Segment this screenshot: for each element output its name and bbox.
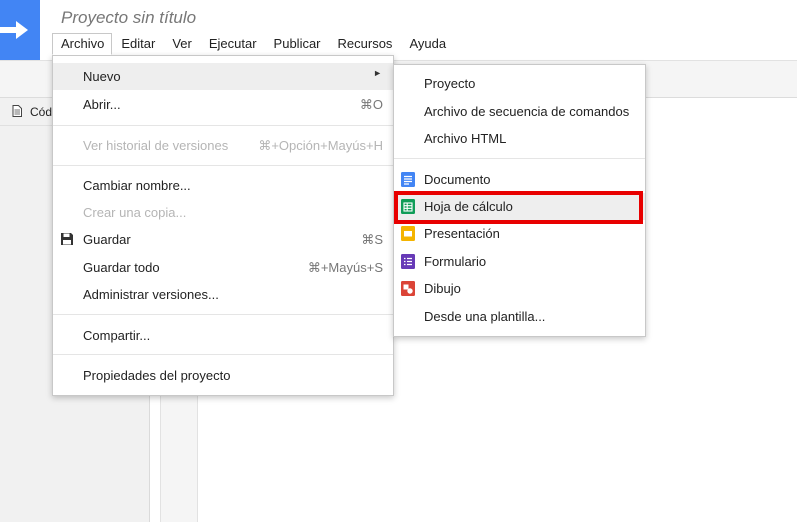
submenu-item-archivo-html[interactable]: Archivo HTML xyxy=(394,125,645,152)
menu-recursos[interactable]: Recursos xyxy=(329,33,401,55)
slides-icon xyxy=(401,226,415,241)
menu-item-label: Administrar versiones... xyxy=(83,287,219,302)
nuevo-submenu: Proyecto Archivo de secuencia de comando… xyxy=(393,64,646,337)
menu-separator xyxy=(53,165,393,166)
arrow-right-icon xyxy=(0,21,28,39)
menu-item-label: Propiedades del proyecto xyxy=(83,368,231,383)
document-icon xyxy=(12,105,22,117)
menu-item-label: Guardar xyxy=(83,232,131,247)
submenu-item-presentacion[interactable]: Presentación xyxy=(394,220,645,247)
menu-item-label: Crear una copia... xyxy=(83,205,187,220)
menu-item-shortcut: ⌘+Opción+Mayús+H xyxy=(258,138,383,153)
menu-ayuda[interactable]: Ayuda xyxy=(400,33,454,55)
apps-script-logo[interactable] xyxy=(0,0,40,60)
menu-item-label: Abrir... xyxy=(83,97,121,112)
submenu-item-label: Desde una plantilla... xyxy=(424,309,546,324)
submenu-item-archivo-secuencia[interactable]: Archivo de secuencia de comandos xyxy=(394,98,645,125)
menu-ejecutar[interactable]: Ejecutar xyxy=(200,33,265,55)
menu-item-abrir[interactable]: Abrir... ⌘O xyxy=(53,91,393,118)
submenu-item-proyecto[interactable]: Proyecto xyxy=(394,70,645,97)
menu-item-crear-copia: Crear una copia... xyxy=(53,199,393,226)
docs-icon xyxy=(401,172,415,187)
submenu-item-label: Dibujo xyxy=(424,281,461,296)
menu-item-propiedades[interactable]: Propiedades del proyecto xyxy=(53,362,393,389)
menu-item-guardar[interactable]: Guardar ⌘S xyxy=(53,226,393,253)
submenu-item-dibujo[interactable]: Dibujo xyxy=(394,275,645,302)
sidebar-file-label: Cód xyxy=(30,105,53,119)
menu-item-shortcut: ⌘O xyxy=(359,97,383,112)
menu-item-guardar-todo[interactable]: Guardar todo ⌘+Mayús+S xyxy=(53,254,393,281)
drawings-icon xyxy=(401,281,415,296)
submenu-item-label: Proyecto xyxy=(424,76,476,91)
archivo-menu: Nuevo ► Abrir... ⌘O Ver historial de ver… xyxy=(52,55,394,396)
menu-item-shortcut: ⌘S xyxy=(361,232,383,247)
submenu-item-label: Archivo HTML xyxy=(424,131,507,146)
submenu-item-formulario[interactable]: Formulario xyxy=(394,248,645,275)
menu-bar: Archivo Editar Ver Ejecutar Publicar Rec… xyxy=(52,33,454,55)
menu-ver[interactable]: Ver xyxy=(163,33,200,55)
menu-item-label: Compartir... xyxy=(83,328,151,343)
floppy-disk-icon xyxy=(61,233,73,245)
menu-separator xyxy=(53,314,393,315)
menu-separator xyxy=(394,158,645,159)
submenu-item-label: Documento xyxy=(424,172,491,187)
menu-item-nuevo[interactable]: Nuevo ► xyxy=(53,63,393,90)
menu-item-label: Ver historial de versiones xyxy=(83,138,229,153)
menu-item-label: Cambiar nombre... xyxy=(83,178,191,193)
forms-icon xyxy=(401,254,415,269)
menu-item-historial: Ver historial de versiones ⌘+Opción+Mayú… xyxy=(53,132,393,159)
project-title[interactable]: Proyecto sin título xyxy=(61,8,196,28)
submenu-item-label: Presentación xyxy=(424,226,500,241)
menu-item-compartir[interactable]: Compartir... xyxy=(53,322,393,349)
menu-separator xyxy=(53,354,393,355)
menu-item-shortcut: ⌘+Mayús+S xyxy=(307,260,383,275)
submenu-item-plantilla[interactable]: Desde una plantilla... xyxy=(394,303,645,330)
menu-item-administrar-versiones[interactable]: Administrar versiones... xyxy=(53,281,393,308)
menu-separator xyxy=(53,125,393,126)
menu-item-cambiar-nombre[interactable]: Cambiar nombre... xyxy=(53,172,393,199)
submenu-item-label: Archivo de secuencia de comandos xyxy=(424,104,630,119)
menu-item-label: Nuevo xyxy=(83,69,121,84)
submenu-item-documento[interactable]: Documento xyxy=(394,166,645,193)
menu-archivo[interactable]: Archivo xyxy=(52,33,113,55)
menu-editar[interactable]: Editar xyxy=(112,33,163,55)
menu-publicar[interactable]: Publicar xyxy=(265,33,329,55)
submenu-item-label: Formulario xyxy=(424,254,487,269)
submenu-arrow-icon: ► xyxy=(373,68,382,78)
menu-item-label: Guardar todo xyxy=(83,260,160,275)
